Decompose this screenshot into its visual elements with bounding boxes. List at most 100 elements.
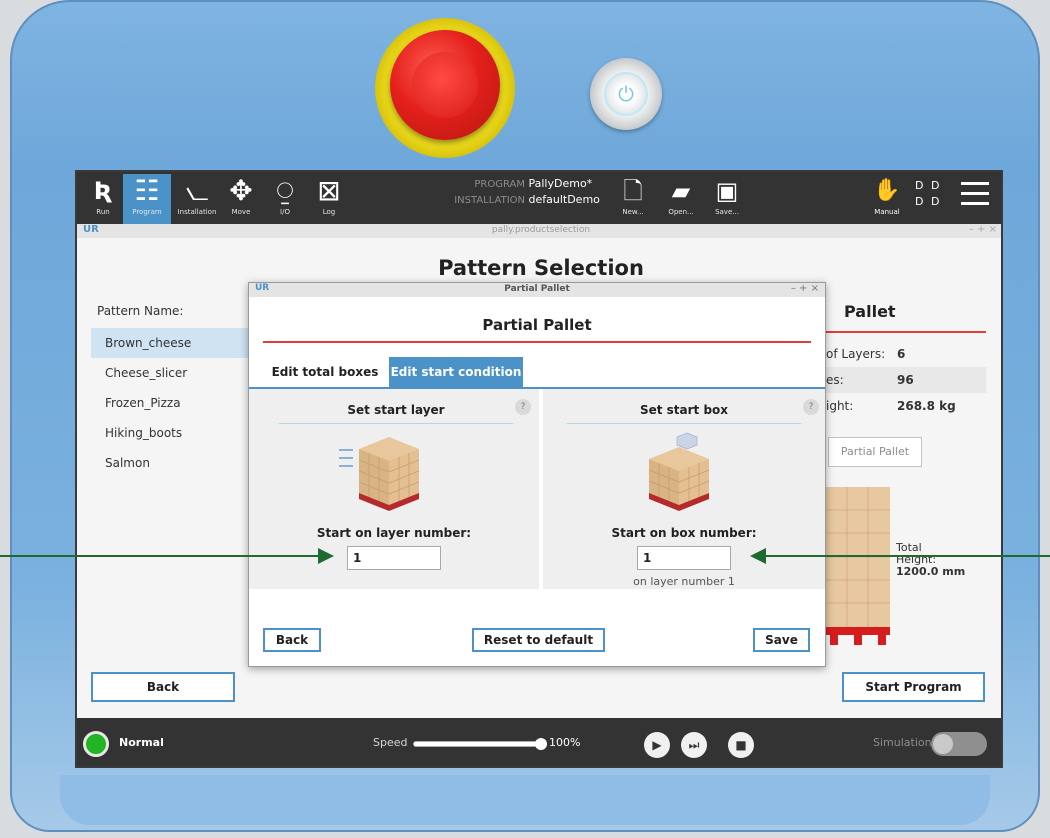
hand-icon: ✋ bbox=[873, 178, 901, 203]
speed-slider-handle[interactable] bbox=[535, 738, 547, 750]
speed-label: Speed bbox=[373, 736, 408, 749]
list-item[interactable]: Salmon bbox=[91, 448, 251, 478]
pendant-lower-edge bbox=[60, 775, 990, 825]
reset-to-default-button[interactable]: Reset to default bbox=[472, 628, 605, 652]
annotation-arrow-right-head bbox=[750, 548, 766, 564]
dialog-save-button[interactable]: Save bbox=[753, 628, 810, 652]
nav-program[interactable]: ☷ Program bbox=[123, 174, 171, 224]
emergency-stop-button[interactable] bbox=[390, 30, 500, 140]
info-row-boxes: es: 96 bbox=[826, 367, 986, 393]
info-row-weight: ight: 268.8 kg bbox=[826, 393, 986, 419]
stage: { "topbar": { "nav": [ {"label": "Run", … bbox=[0, 0, 1050, 838]
new-button[interactable]: 🗋 New... bbox=[613, 174, 653, 216]
tab-edit-start-condition[interactable]: Edit start condition bbox=[389, 357, 523, 387]
start-layer-title: Set start layer bbox=[279, 403, 513, 424]
ur-logo-icon: Ʀ bbox=[93, 177, 113, 205]
power-icon: ⏻ bbox=[618, 82, 634, 106]
simulation-toggle-knob bbox=[933, 734, 953, 754]
io-icon: ⍜ bbox=[276, 174, 294, 207]
tab-edit-total-boxes[interactable]: Edit total boxes bbox=[259, 357, 391, 387]
dialog-window-controls[interactable]: – + × bbox=[791, 283, 819, 294]
manual-label: Manual bbox=[874, 208, 900, 216]
start-box-title: Set start box bbox=[567, 403, 801, 424]
robot-status-text: Normal bbox=[119, 736, 164, 749]
pallet-stack-image bbox=[826, 487, 890, 645]
start-program-button[interactable]: Start Program bbox=[842, 672, 985, 702]
single-box-image bbox=[648, 432, 710, 511]
urcap-title: pally.productselection bbox=[491, 225, 591, 235]
program-info: PROGRAM PallyDemo* INSTALLATION defaultD… bbox=[447, 176, 607, 208]
log-icon: ⊠ bbox=[317, 174, 341, 207]
pattern-name-label: Pattern Name: bbox=[97, 304, 184, 318]
power-button-bezel: ⏻ bbox=[590, 58, 662, 130]
list-item[interactable]: Hiking_boots bbox=[91, 418, 251, 448]
nav-io[interactable]: ⍜ I/O bbox=[261, 174, 309, 224]
info-key: of Layers: bbox=[826, 347, 886, 361]
nav-log[interactable]: ⊠ Log bbox=[305, 174, 353, 224]
save-label: Save... bbox=[715, 208, 739, 216]
list-item[interactable]: Frozen_Pizza bbox=[91, 388, 251, 418]
user-initials-line2: D D bbox=[915, 195, 942, 208]
back-button[interactable]: Back bbox=[91, 672, 235, 702]
pattern-list: Brown_cheese Cheese_slicer Frozen_Pizza … bbox=[91, 328, 251, 478]
start-layer-prompt: Start on layer number: bbox=[316, 526, 472, 540]
layered-boxes-image bbox=[339, 437, 419, 511]
manual-mode-button[interactable]: ✋ Manual bbox=[867, 174, 907, 216]
speed-value: 100% bbox=[549, 736, 581, 749]
nav-installation[interactable]: ⦦ Installation bbox=[173, 174, 221, 224]
nav-log-label: Log bbox=[322, 208, 336, 216]
list-item[interactable]: Brown_cheese bbox=[91, 328, 251, 358]
nav-move-label: Move bbox=[231, 208, 251, 216]
info-value: 6 bbox=[897, 347, 906, 361]
simulation-toggle[interactable] bbox=[931, 732, 987, 756]
nav-run-label: Run bbox=[96, 208, 110, 216]
program-tree-icon: ☷ bbox=[134, 174, 160, 207]
hamburger-menu-icon[interactable] bbox=[961, 182, 989, 212]
save-button[interactable]: ▣ Save... bbox=[707, 174, 747, 216]
info-value: 96 bbox=[897, 373, 914, 387]
emergency-stop-cap bbox=[412, 52, 478, 118]
help-icon[interactable]: ? bbox=[803, 399, 819, 415]
info-value: 268.8 kg bbox=[897, 399, 956, 413]
dialog-window-title: Partial Pallet bbox=[504, 284, 570, 294]
dialog-heading: Partial Pallet bbox=[263, 313, 811, 343]
installation-key: INSTALLATION bbox=[454, 195, 525, 206]
nav-run[interactable]: Ʀ Run bbox=[79, 174, 127, 224]
speed-slider-track[interactable] bbox=[413, 741, 541, 747]
new-label: New... bbox=[622, 208, 644, 216]
layer-number-note: on layer number 1 bbox=[633, 575, 735, 588]
floppy-disk-icon: ▣ bbox=[715, 177, 739, 205]
dialog-back-button[interactable]: Back bbox=[263, 628, 321, 652]
start-box-pane: Set start box ? Start on box number: 1 o… bbox=[543, 389, 825, 589]
footer-bar: Normal Speed 100% ▶ ⏭ ■ Simulation bbox=[77, 718, 1001, 766]
nav-move[interactable]: ✥ Move bbox=[217, 174, 265, 224]
nav-program-label: Program bbox=[132, 208, 162, 216]
new-file-icon: 🗋 bbox=[623, 177, 643, 205]
step-button[interactable]: ⏭ bbox=[681, 732, 707, 758]
window-controls[interactable]: – + × bbox=[969, 224, 997, 235]
user-initials[interactable]: D D D D bbox=[915, 178, 941, 210]
start-layer-pane: Set start layer ? Start on layer number:… bbox=[249, 389, 539, 589]
list-item[interactable]: Cheese_slicer bbox=[91, 358, 251, 388]
page-title: Pattern Selection bbox=[438, 256, 644, 280]
dialog-title-bar: UR Partial Pallet – + × bbox=[249, 283, 825, 297]
stop-button[interactable]: ■ bbox=[728, 732, 754, 758]
start-box-input[interactable]: 1 bbox=[637, 546, 731, 570]
open-button[interactable]: ▰ Open... bbox=[661, 174, 701, 216]
step-icon: ⏭ bbox=[688, 738, 700, 752]
folder-icon: ▰ bbox=[671, 177, 691, 205]
start-layer-input[interactable]: 1 bbox=[347, 546, 441, 570]
robot-status-indicator[interactable] bbox=[83, 731, 109, 757]
robot-arm-icon: ⦦ bbox=[185, 174, 209, 207]
move-arrows-icon: ✥ bbox=[229, 174, 253, 207]
stop-icon: ■ bbox=[735, 738, 747, 752]
partial-pallet-button[interactable]: Partial Pallet bbox=[828, 437, 922, 467]
pallet-info-panel: Pallet of Layers: 6 es: 96 ight: 268.8 kg P… bbox=[826, 297, 986, 645]
installation-name: defaultDemo bbox=[528, 193, 600, 206]
power-button[interactable]: ⏻ bbox=[604, 72, 648, 116]
help-icon[interactable]: ? bbox=[515, 399, 531, 415]
info-key: es: bbox=[826, 373, 844, 387]
play-button[interactable]: ▶ bbox=[644, 732, 670, 758]
annotation-arrow-left-line bbox=[0, 555, 318, 557]
total-height: Total Height: 1200.0 mm bbox=[896, 542, 965, 578]
